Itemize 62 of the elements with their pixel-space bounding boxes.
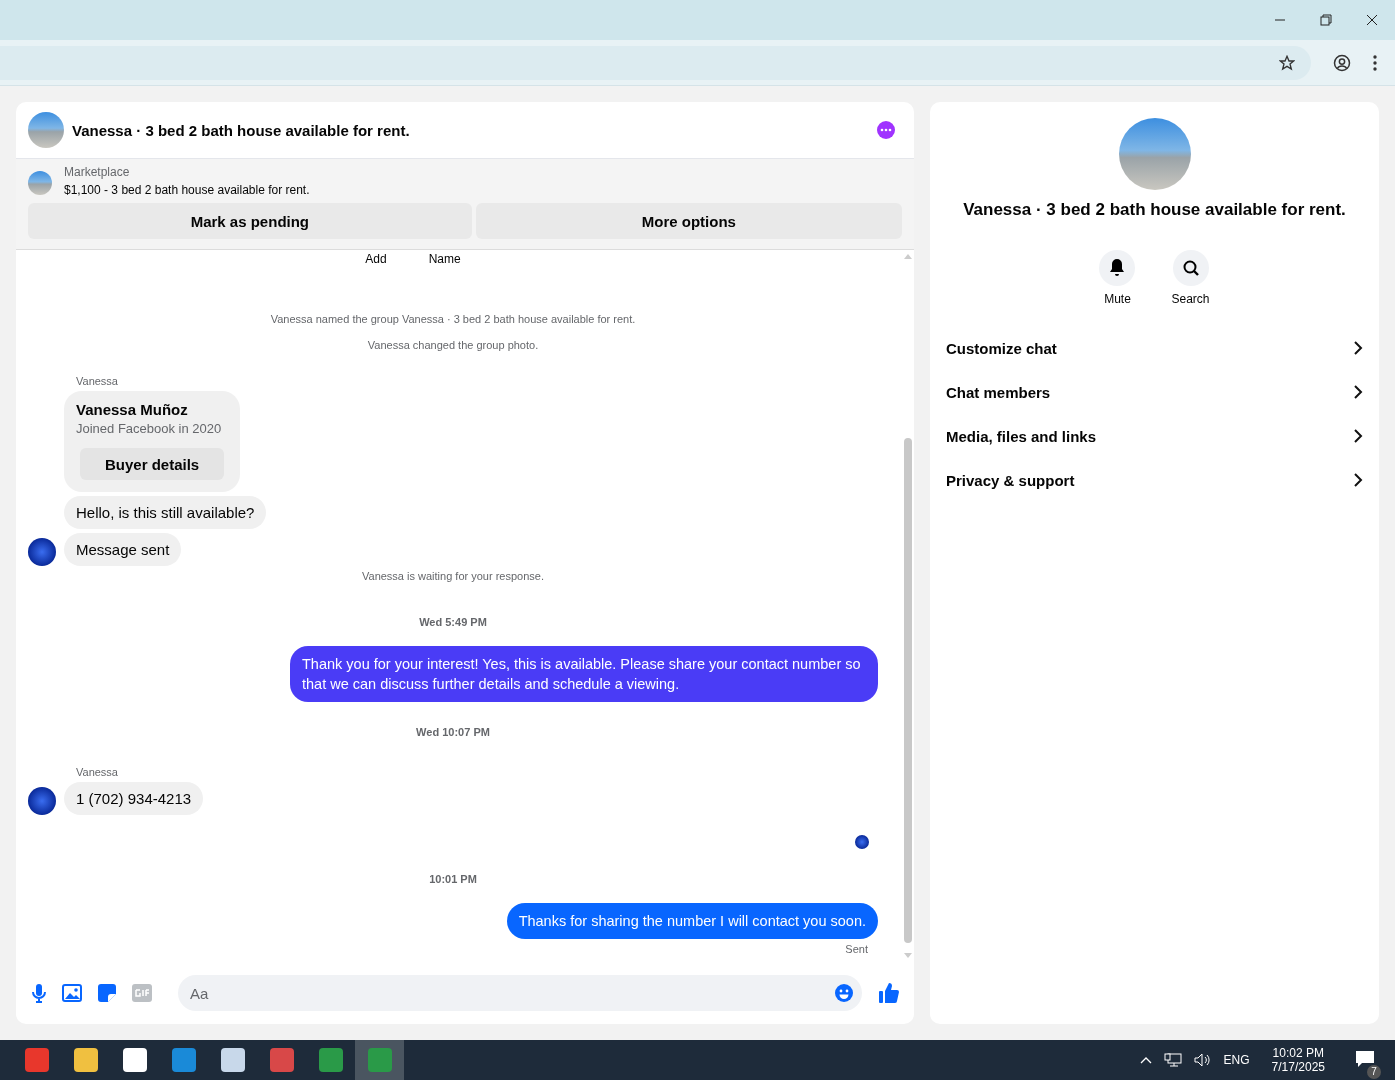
language-indicator[interactable]: ENG bbox=[1223, 1053, 1250, 1067]
quick-action-label[interactable]: Search bbox=[1171, 292, 1210, 306]
message-input-field[interactable]: Aa bbox=[178, 975, 862, 1011]
chat-title: Vanessa · 3 bed 2 bath house available for rent. bbox=[963, 200, 1346, 220]
emoji-icon[interactable] bbox=[835, 984, 853, 1002]
clock-time[interactable]: 10:02 PM bbox=[1272, 1046, 1324, 1060]
group-action-link[interactable]: Name bbox=[428, 252, 461, 266]
more-options-icon[interactable] bbox=[877, 121, 895, 139]
close-icon[interactable] bbox=[1366, 14, 1378, 26]
buyer-details-button[interactable]: Buyer details bbox=[80, 448, 225, 480]
outgoing-message: Thank you for your interest! Yes, this is available. Please share your contact number so that we can discuss further details and schedule a viewing. bbox=[290, 646, 878, 702]
thumbs-up-icon[interactable] bbox=[878, 982, 900, 1004]
bell-icon[interactable] bbox=[1099, 250, 1136, 286]
chevron-right-icon[interactable] bbox=[1354, 385, 1363, 399]
listing-source: Marketplace bbox=[64, 165, 131, 179]
network-icon[interactable] bbox=[1163, 1053, 1182, 1067]
buyer-name: Vanessa Muñoz bbox=[76, 401, 188, 418]
chevron-right-icon[interactable] bbox=[1354, 473, 1363, 487]
scrollbar-thumb[interactable] bbox=[904, 438, 912, 943]
menu-item[interactable]: Media, files and links bbox=[946, 427, 1097, 445]
speaker-icon[interactable] bbox=[1193, 1053, 1212, 1067]
system-message: Vanessa named the group Vanessa · 3 bed 2 bath house available for rent. bbox=[269, 313, 637, 325]
star-icon[interactable] bbox=[1279, 54, 1295, 71]
notification-count: 7 bbox=[1367, 1064, 1381, 1079]
timestamp: Wed 5:49 PM bbox=[418, 616, 488, 628]
listing-action-button[interactable]: More options bbox=[475, 203, 902, 239]
photo-placeholder bbox=[28, 112, 64, 148]
notification-icon[interactable] bbox=[1355, 1049, 1375, 1068]
timestamp: Wed 10:07 PM bbox=[415, 726, 491, 738]
quick-action-label[interactable]: Mute bbox=[1104, 292, 1131, 306]
sender-name: Vanessa bbox=[76, 766, 119, 778]
chevron-right-icon[interactable] bbox=[1354, 341, 1363, 355]
profile-icon[interactable] bbox=[1333, 53, 1351, 72]
microphone-icon[interactable] bbox=[32, 983, 46, 1003]
system-message: Vanessa is waiting for your response. bbox=[361, 570, 545, 582]
chevron-right-icon[interactable] bbox=[1354, 429, 1363, 443]
sender-name: Vanessa bbox=[76, 375, 119, 387]
incoming-message: Hello, is this still available? bbox=[64, 496, 267, 529]
clock-date[interactable]: 7/17/2025 bbox=[1271, 1060, 1325, 1074]
menu-item[interactable]: Customize chat bbox=[946, 339, 1057, 357]
system-message: Vanessa changed the group photo. bbox=[366, 339, 540, 351]
buyer-joined-text: Joined Facebook in 2020 bbox=[76, 421, 222, 436]
incoming-message: 1 (702) 934-4213 bbox=[64, 782, 204, 815]
menu-icon[interactable] bbox=[1373, 54, 1377, 71]
delivery-status: Sent bbox=[844, 943, 869, 955]
menu-item[interactable]: Chat members bbox=[946, 383, 1051, 401]
timestamp: 10:01 PM bbox=[428, 873, 478, 885]
restore-icon[interactable] bbox=[1320, 14, 1332, 26]
incoming-message: Message sent bbox=[64, 533, 182, 566]
listing-action-button[interactable]: Mark as pending bbox=[28, 203, 472, 239]
menu-item[interactable]: Privacy & support bbox=[946, 471, 1075, 489]
search-icon[interactable] bbox=[1172, 250, 1209, 286]
image-icon[interactable] bbox=[62, 984, 82, 1002]
photo-placeholder bbox=[28, 171, 52, 195]
group-action-link[interactable]: Add bbox=[365, 252, 387, 266]
read-receipt-avatar bbox=[855, 835, 869, 849]
chevron-up-icon[interactable] bbox=[1139, 1056, 1152, 1064]
chat-title: Vanessa · 3 bed 2 bath house available for rent. bbox=[72, 121, 411, 139]
listing-description: $1,100 - 3 bed 2 bath house available for rent. bbox=[64, 183, 310, 197]
sticker-icon[interactable] bbox=[98, 984, 116, 1002]
outgoing-message: Thanks for sharing the number I will contact you soon. bbox=[506, 903, 878, 939]
app-icon[interactable] bbox=[24, 1048, 49, 1072]
